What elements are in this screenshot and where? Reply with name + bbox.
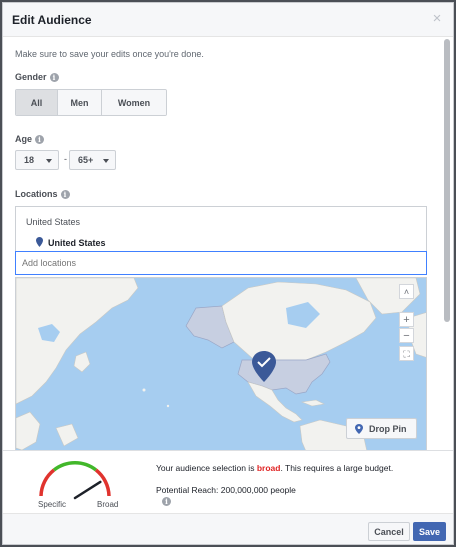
gauge-label-broad: Broad bbox=[97, 500, 119, 509]
gauge-label-specific: Specific bbox=[38, 500, 67, 509]
info-icon[interactable]: i bbox=[49, 73, 59, 82]
audience-gauge bbox=[39, 460, 111, 500]
potential-reach: Potential Reach: 200,000,000 people bbox=[156, 485, 296, 495]
zoom-out-button[interactable]: − bbox=[399, 328, 414, 343]
scrollbar-thumb[interactable] bbox=[444, 39, 450, 322]
chevron-down-icon bbox=[103, 159, 109, 163]
gender-label-text: Gender bbox=[15, 72, 47, 82]
location-item-united-states[interactable]: United States bbox=[48, 238, 106, 248]
age-min-value: 18 bbox=[24, 155, 35, 165]
audience-selection-text: Your audience selection is broad. This r… bbox=[156, 463, 393, 473]
location-map[interactable]: ˄ + − ⛶ Drop Pin bbox=[15, 277, 427, 450]
edit-audience-dialog: Edit Audience × Make sure to save your e… bbox=[2, 2, 454, 545]
dialog-title: Edit Audience bbox=[12, 13, 92, 27]
info-icon[interactable]: i bbox=[35, 135, 45, 144]
info-icon[interactable]: i bbox=[60, 190, 70, 199]
scrollbar[interactable] bbox=[443, 39, 451, 449]
map-pin-icon bbox=[36, 237, 43, 247]
pin-icon bbox=[355, 423, 363, 434]
age-max-value: 65+ bbox=[78, 155, 94, 165]
location-group-label: United States bbox=[26, 217, 81, 227]
age-label-text: Age bbox=[15, 134, 33, 144]
age-separator: - bbox=[64, 154, 67, 164]
drop-pin-button[interactable]: Drop Pin bbox=[346, 418, 417, 439]
gauge-segment-defined bbox=[52, 460, 98, 472]
gender-label: Gender i bbox=[15, 72, 59, 82]
locations-label: Locations i bbox=[15, 189, 70, 199]
info-icon[interactable]: i bbox=[162, 497, 171, 506]
close-icon[interactable]: × bbox=[430, 11, 444, 26]
age-max-select[interactable]: 65+ bbox=[69, 150, 116, 170]
gender-men-button[interactable]: Men bbox=[58, 90, 102, 115]
gauge-needle bbox=[73, 480, 102, 500]
locations-list: United States United States bbox=[15, 206, 427, 251]
dialog-header: Edit Audience × bbox=[3, 3, 453, 37]
audience-text-suffix: . This requires a large budget. bbox=[280, 463, 394, 473]
gauge-segment-specific bbox=[39, 468, 56, 497]
dialog-footer: Cancel Save bbox=[3, 513, 453, 544]
chevron-down-icon bbox=[46, 159, 52, 163]
audience-summary: Specific Broad Your audience selection i… bbox=[3, 450, 453, 513]
map-collapse-button[interactable]: ˄ bbox=[399, 284, 414, 299]
age-label: Age i bbox=[15, 134, 45, 144]
drop-pin-label: Drop Pin bbox=[369, 423, 407, 434]
locations-label-text: Locations bbox=[15, 189, 58, 199]
dialog-body[interactable]: Make sure to save your edits once you're… bbox=[3, 38, 443, 450]
audience-text-prefix: Your audience selection is bbox=[156, 463, 257, 473]
gender-all-button[interactable]: All bbox=[16, 90, 58, 115]
audience-status: broad bbox=[256, 463, 281, 473]
cancel-button[interactable]: Cancel bbox=[368, 522, 410, 541]
save-hint: Make sure to save your edits once you're… bbox=[15, 49, 204, 59]
fullscreen-button[interactable]: ⛶ bbox=[399, 346, 414, 361]
gender-women-button[interactable]: Women bbox=[102, 90, 166, 115]
add-locations-input[interactable] bbox=[15, 251, 427, 275]
gender-selector: All Men Women bbox=[15, 89, 167, 116]
zoom-in-button[interactable]: + bbox=[399, 312, 414, 327]
age-min-select[interactable]: 18 bbox=[15, 150, 59, 170]
save-button[interactable]: Save bbox=[413, 522, 446, 541]
